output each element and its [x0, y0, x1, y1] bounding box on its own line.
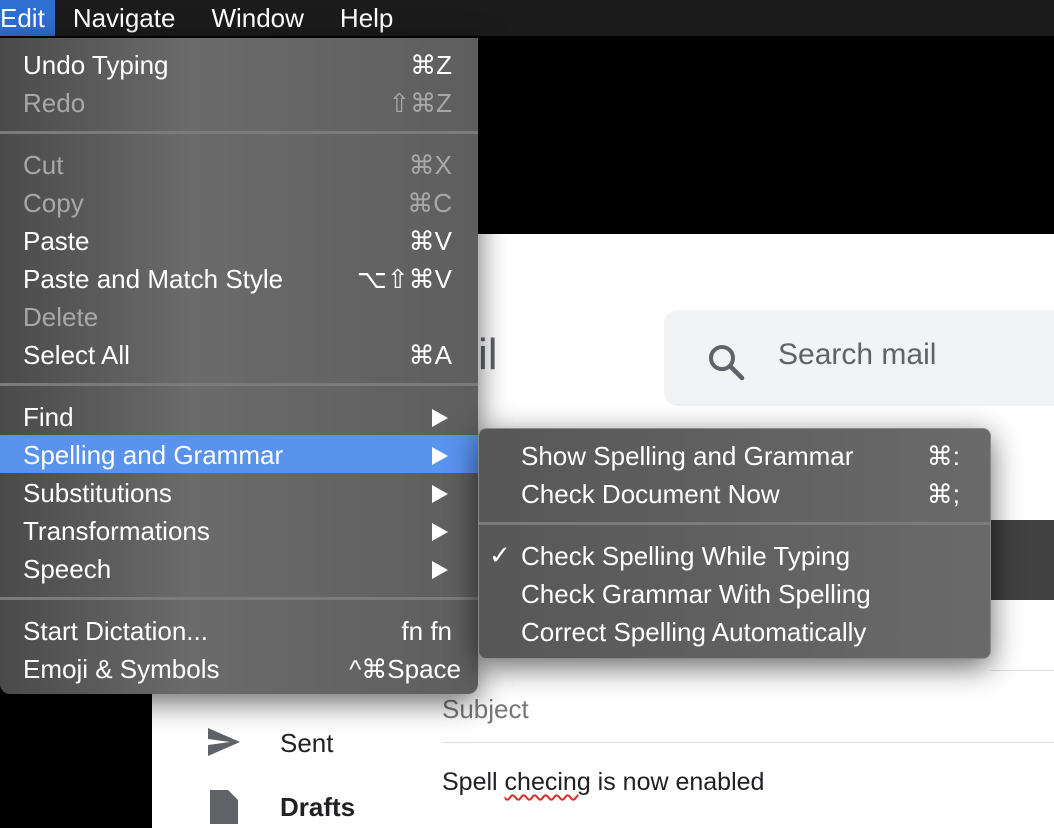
- menu-item-paste[interactable]: Paste ⌘V: [0, 221, 478, 259]
- draft-icon: [210, 790, 238, 824]
- menu-item-delete[interactable]: Delete: [0, 297, 478, 335]
- search-icon[interactable]: [706, 342, 746, 382]
- menu-item-substitutions[interactable]: Substitutions: [0, 473, 478, 511]
- menu-item-copy[interactable]: Copy ⌘C: [0, 183, 478, 221]
- checkmark-icon: ✓: [489, 540, 511, 570]
- menu-item-label: Transformations: [23, 516, 210, 546]
- send-icon: [208, 728, 240, 756]
- shortcut: ⌘X: [408, 150, 452, 180]
- menu-item-label: Select All: [23, 340, 130, 370]
- menu-help[interactable]: Help: [322, 0, 411, 36]
- menu-navigate[interactable]: Navigate: [55, 0, 194, 36]
- menu-item-label: Redo: [23, 88, 86, 118]
- submenu-arrow-icon: [432, 523, 448, 541]
- sidebar-item-label: Drafts: [280, 792, 356, 822]
- menu-item-label: Substitutions: [23, 478, 172, 508]
- menu-item-label: Start Dictation...: [23, 616, 208, 646]
- menu-item-label: Show Spelling and Grammar: [521, 441, 854, 471]
- menu-item-label: Correct Spelling Automatically: [521, 617, 867, 647]
- menu-edit[interactable]: Edit: [0, 0, 55, 36]
- menu-item-label: Paste and Match Style: [23, 264, 284, 294]
- menu-item-label: Cut: [23, 150, 64, 180]
- submenu-arrow-icon: [432, 447, 448, 465]
- menu-item-cut[interactable]: Cut ⌘X: [0, 145, 478, 183]
- search-bar[interactable]: Search mail: [664, 310, 1054, 406]
- menu-item-label: Delete: [23, 302, 99, 332]
- menu-item-start-dictation[interactable]: Start Dictation... fn fn: [0, 611, 478, 649]
- submenu-arrow-icon: [432, 485, 448, 503]
- shortcut: ⌘Z: [410, 50, 452, 80]
- body-text-end: is now enabled: [590, 768, 765, 796]
- shortcut: ⌘A: [408, 340, 452, 370]
- menubar: Edit Navigate Window Help: [0, 0, 1054, 36]
- gmail-logo-fragment: il: [478, 330, 498, 379]
- submenu-arrow-icon: [432, 561, 448, 579]
- menu-window[interactable]: Window: [193, 0, 321, 36]
- compose-header-bar: [990, 520, 1054, 600]
- menu-separator: [0, 131, 478, 134]
- menu-item-label: Speech: [23, 554, 112, 584]
- menu-item-redo[interactable]: Redo ⇧⌘Z: [0, 83, 478, 121]
- shortcut: ⌘;: [926, 479, 960, 509]
- menu-item-label: Check Document Now: [521, 479, 780, 509]
- shortcut: fn fn: [401, 616, 452, 646]
- search-input[interactable]: Search mail: [778, 338, 936, 372]
- menu-item-check-document-now[interactable]: Check Document Now ⌘;: [479, 474, 990, 512]
- menu-item-paste-and-match-style[interactable]: Paste and Match Style ⌥⇧⌘V: [0, 259, 478, 297]
- body-text-start: Spell: [442, 768, 505, 796]
- menu-separator: [479, 522, 990, 525]
- submenu-arrow-icon: [432, 409, 448, 427]
- menu-item-check-grammar[interactable]: Check Grammar With Spelling: [479, 574, 990, 612]
- shortcut: ^⌘Space: [349, 654, 461, 684]
- menu-item-label: Check Spelling While Typing: [521, 541, 851, 571]
- shortcut: ⌘V: [408, 226, 452, 256]
- subject-field[interactable]: Subject: [442, 694, 529, 725]
- spelling-submenu: Show Spelling and Grammar ⌘: Check Docum…: [478, 428, 991, 659]
- menu-item-label: Find: [23, 402, 74, 432]
- menu-item-correct-automatically[interactable]: Correct Spelling Automatically: [479, 612, 990, 650]
- menu-item-transformations[interactable]: Transformations: [0, 511, 478, 549]
- menu-item-label: Check Grammar With Spelling: [521, 579, 871, 609]
- shortcut: ⌘:: [926, 441, 960, 471]
- divider: [990, 670, 1054, 671]
- menu-separator: [0, 597, 478, 600]
- menu-item-spelling-and-grammar[interactable]: Spelling and Grammar: [0, 435, 478, 473]
- menu-item-show-spelling[interactable]: Show Spelling and Grammar ⌘:: [479, 436, 990, 474]
- menu-item-speech[interactable]: Speech: [0, 549, 478, 587]
- menu-separator: [0, 383, 478, 386]
- shortcut: ⌥⇧⌘V: [356, 264, 452, 294]
- divider: [442, 742, 1054, 743]
- menu-item-label: Copy: [23, 188, 84, 218]
- menu-item-label: Undo Typing: [23, 50, 169, 80]
- menu-item-select-all[interactable]: Select All ⌘A: [0, 335, 478, 373]
- message-body[interactable]: Spell checing is now enabled: [442, 768, 764, 797]
- menu-item-find[interactable]: Find: [0, 397, 478, 435]
- menu-item-undo[interactable]: Undo Typing ⌘Z: [0, 45, 478, 83]
- edit-menu: Undo Typing ⌘Z Redo ⇧⌘Z Cut ⌘X Copy ⌘C P…: [0, 38, 478, 694]
- menu-item-label: Emoji & Symbols: [23, 654, 220, 684]
- menu-item-label: Spelling and Grammar: [23, 440, 284, 470]
- shortcut: ⌘C: [407, 188, 452, 218]
- sidebar-item-label: Sent: [280, 728, 334, 758]
- shortcut: ⇧⌘Z: [388, 88, 452, 118]
- menu-item-label: Paste: [23, 226, 90, 256]
- misspelled-word[interactable]: checing: [505, 768, 591, 796]
- menu-item-check-spelling-while-typing[interactable]: ✓ Check Spelling While Typing: [479, 536, 990, 574]
- menu-item-emoji-and-symbols[interactable]: Emoji & Symbols ^⌘Space: [0, 649, 478, 687]
